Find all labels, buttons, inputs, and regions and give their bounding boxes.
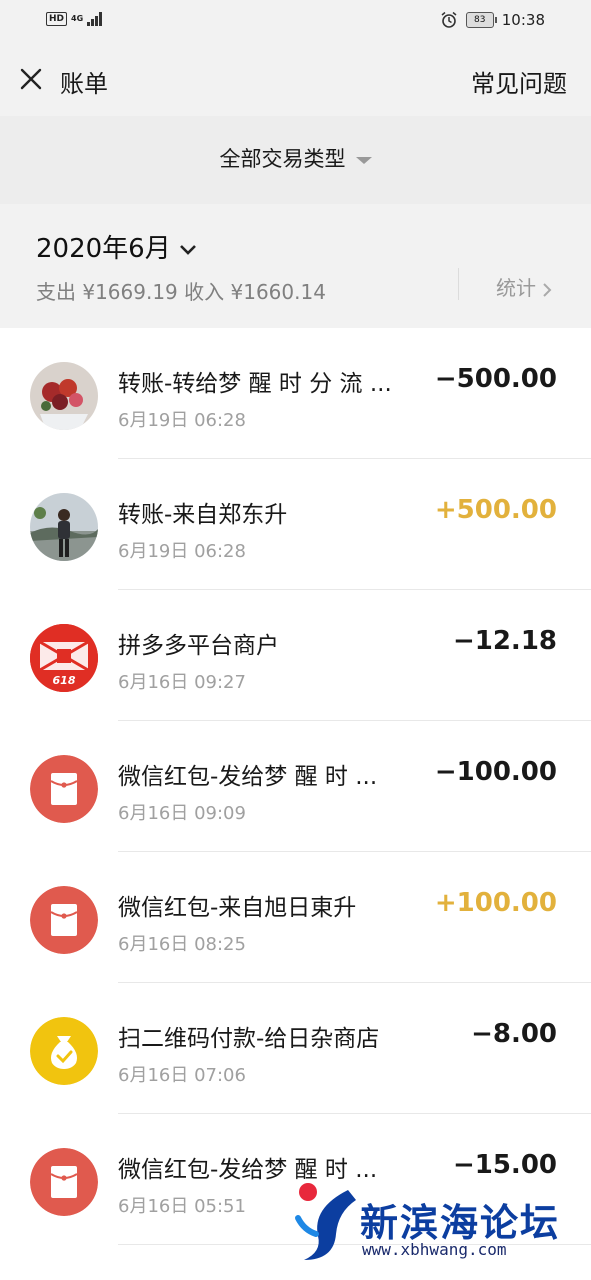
transaction-row[interactable]: 扫二维码付款-给日杂商店 6月16日 07:06 −8.00 (0, 983, 591, 1114)
alarm-icon (441, 11, 457, 28)
avatar-person-photo (30, 493, 98, 561)
transaction-amount: +100.00 (434, 888, 557, 918)
nav-header: 账单 常见问题 (0, 44, 591, 116)
close-icon[interactable] (18, 66, 44, 92)
month-summary: 支出 ¥1669.19 收入 ¥1660.14 (36, 280, 326, 304)
transaction-name: 转账-转给梦 醒 时 分 流 ... (118, 371, 392, 397)
transaction-amount: +500.00 (434, 495, 557, 525)
transaction-amount: −15.00 (452, 1150, 557, 1180)
chevron-right-icon (543, 282, 552, 297)
filter-bar: 全部交易类型 (0, 116, 591, 204)
watermark-url: www.xbhwang.com (362, 1240, 507, 1259)
transaction-name: 转账-来自郑东升 (118, 502, 288, 528)
transaction-amount: −100.00 (434, 757, 557, 787)
network-type: 4G (71, 14, 84, 23)
signal-icon (87, 12, 103, 26)
transaction-amount: −8.00 (471, 1019, 557, 1049)
transaction-row[interactable]: 转账-转给梦 醒 时 分 流 ... 6月19日 06:28 −500.00 (0, 328, 591, 459)
avatar-flowers-photo (30, 362, 98, 430)
forum-watermark: 新滨海论坛 www.xbhwang.com (290, 1178, 590, 1268)
watermark-text: 新滨海论坛 (360, 1201, 561, 1245)
status-right: 83 10:38 (440, 11, 545, 29)
red-packet-icon (30, 755, 98, 823)
transaction-time: 6月19日 06:28 (118, 541, 246, 562)
transaction-row[interactable]: 微信红包-发给梦 醒 时 ... 6月16日 09:09 −100.00 (0, 721, 591, 852)
status-bar: HD 4G 83 10:38 (0, 0, 591, 44)
stats-label: 统计 (496, 276, 536, 300)
transaction-time: 6月16日 09:09 (118, 803, 246, 824)
transaction-time: 6月16日 05:51 (118, 1196, 246, 1217)
transaction-time: 6月16日 07:06 (118, 1065, 246, 1086)
pinduoduo-logo: 618 (30, 624, 98, 692)
transaction-row[interactable]: 微信红包-来自旭日東升 6月16日 08:25 +100.00 (0, 852, 591, 983)
transaction-type-filter[interactable]: 全部交易类型 (0, 143, 591, 173)
transaction-name: 拼多多平台商户 (118, 633, 279, 659)
red-packet-icon (30, 886, 98, 954)
signal-indicators: HD 4G (46, 12, 103, 26)
hd-badge: HD (46, 12, 68, 26)
page-title: 账单 (60, 70, 108, 98)
divider (458, 268, 459, 300)
transaction-time: 6月16日 09:27 (118, 672, 246, 693)
transaction-name: 微信红包-发给梦 醒 时 ... (118, 764, 378, 790)
watermark-logo-icon (295, 1183, 356, 1260)
red-packet-icon (30, 1148, 98, 1216)
transaction-row[interactable]: 618 拼多多平台商户 6月16日 09:27 −12.18 (0, 590, 591, 721)
transaction-name: 扫二维码付款-给日杂商店 (118, 1026, 380, 1052)
transaction-time: 6月19日 06:28 (118, 410, 246, 431)
faq-link[interactable]: 常见问题 (471, 64, 567, 99)
month-label: 2020年6月 (36, 234, 171, 264)
month-section: 2020年6月 支出 ¥1669.19 收入 ¥1660.14 统计 (0, 204, 591, 328)
transaction-time: 6月16日 08:25 (118, 934, 246, 955)
transaction-list: 转账-转给梦 醒 时 分 流 ... 6月19日 06:28 −500.00 转… (0, 328, 591, 1245)
transaction-name: 微信红包-来自旭日東升 (118, 895, 357, 921)
clock: 10:38 (501, 11, 545, 29)
logo-caption: 618 (52, 674, 76, 687)
month-selector[interactable]: 2020年6月 (36, 228, 197, 265)
battery-icon: 83 (465, 12, 497, 28)
transaction-amount: −500.00 (434, 364, 557, 394)
transaction-row[interactable]: 转账-来自郑东升 6月19日 06:28 +500.00 (0, 459, 591, 590)
transaction-amount: −12.18 (452, 626, 557, 656)
money-bag-icon (30, 1017, 98, 1085)
stats-button[interactable]: 统计 (496, 272, 552, 301)
chevron-down-icon (179, 244, 196, 255)
filter-label: 全部交易类型 (219, 147, 346, 171)
dropdown-caret-icon (355, 156, 372, 164)
